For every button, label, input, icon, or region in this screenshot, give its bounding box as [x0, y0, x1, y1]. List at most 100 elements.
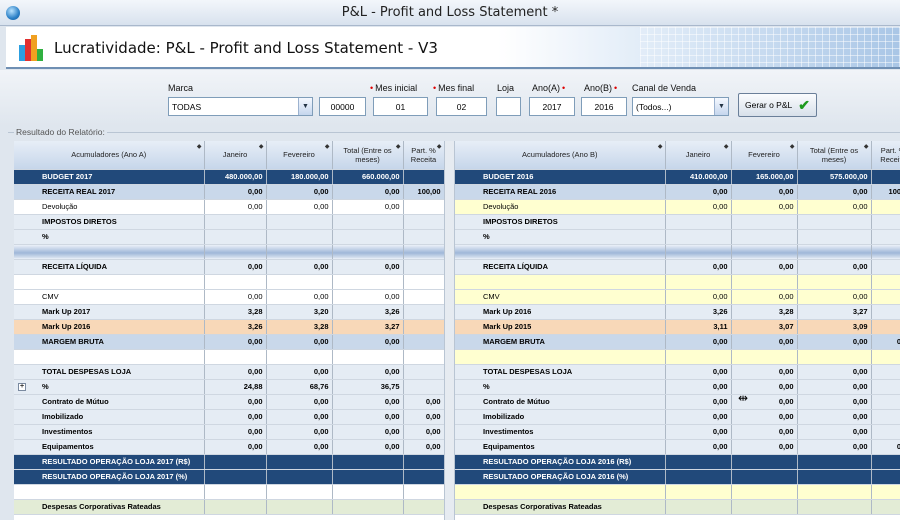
table-row[interactable]: IMPOSTOS DIRETOS: [14, 214, 445, 230]
table-row[interactable]: % 0,00 0,00 0,00: [455, 379, 900, 395]
column-header[interactable]: Part. % Receita◆: [871, 141, 900, 170]
cell-value: 0,00: [797, 334, 872, 350]
table-row[interactable]: CMV 0,00 0,00 0,00: [14, 289, 445, 305]
table-row[interactable]: Imobilizado 0,00 0,00 0,00: [455, 409, 900, 425]
cell-value: 0,00: [266, 259, 333, 275]
column-header[interactable]: Total (Entre os meses) ◆: [332, 141, 404, 170]
table-row[interactable]: RESULTADO OPERAÇÃO LOJA 2017 (R$): [14, 454, 445, 470]
cell-value: 0,00: [403, 409, 445, 425]
cell-value: [871, 379, 900, 395]
table-row[interactable]: Despesas Corporativas Rateadas: [455, 499, 900, 515]
sort-icon[interactable]: ◆: [325, 143, 330, 152]
table-row[interactable]: [455, 484, 900, 500]
table-row[interactable]: RECEITA LÍQUIDA 0,00 0,00 0,00: [14, 259, 445, 275]
sort-icon[interactable]: ◆: [259, 143, 264, 152]
table-row[interactable]: RESULTADO OPERAÇÃO LOJA 2016 (%): [455, 469, 900, 485]
table-row[interactable]: RECEITA REAL 20160,000,000,00100,00: [455, 184, 900, 200]
cell-value: [665, 244, 732, 260]
sort-icon[interactable]: ◆: [396, 143, 401, 152]
globe-icon: [6, 6, 20, 20]
table-row[interactable]: IMPOSTOS DIRETOS: [455, 214, 900, 230]
table-row[interactable]: RECEITA LÍQUIDA 0,00 0,00 0,00: [455, 259, 900, 275]
table-row[interactable]: RESULTADO OPERAÇÃO LOJA 2016 (R$): [455, 454, 900, 470]
column-header[interactable]: Janeiro ◆: [665, 141, 732, 170]
table-row[interactable]: % +24,88 68,76 36,75: [14, 379, 445, 395]
marca-code-field[interactable]: 00000: [319, 97, 366, 116]
table-row[interactable]: Equipamentos0,000,000,000,00: [455, 439, 900, 455]
table-row[interactable]: Devolução 0,00 0,00 0,00: [455, 199, 900, 215]
cell-value: [797, 499, 872, 515]
table-row[interactable]: [455, 244, 900, 260]
sort-icon[interactable]: ◆: [790, 143, 795, 152]
table-row[interactable]: [14, 244, 445, 260]
column-header[interactable]: Janeiro ◆: [204, 141, 267, 170]
marca-select[interactable]: TODAS ▼: [168, 97, 313, 116]
table-row[interactable]: Equipamentos0,000,000,000,00: [14, 439, 445, 455]
table-row[interactable]: [14, 274, 445, 290]
sort-icon[interactable]: ◆: [437, 143, 442, 152]
table-row[interactable]: RESULTADO OPERAÇÃO LOJA 2017 (%): [14, 469, 445, 485]
cell-value: 0,00: [731, 409, 798, 425]
table-row[interactable]: [455, 274, 900, 290]
table-row[interactable]: [14, 349, 445, 365]
ano-a-field[interactable]: 2017: [529, 97, 575, 116]
table-row[interactable]: %: [455, 229, 900, 245]
column-header[interactable]: Acumuladores (Ano A) ◆: [14, 141, 205, 170]
loja-field[interactable]: [496, 97, 521, 116]
cell-value: 0,00: [797, 409, 872, 425]
column-header[interactable]: Acumuladores (Ano B) ◆: [455, 141, 666, 170]
column-header[interactable]: Total (Entre os meses) ◆: [797, 141, 872, 170]
row-label: % +: [14, 379, 205, 395]
table-row[interactable]: MARGEM BRUTA 0,00 0,00 0,00: [14, 334, 445, 350]
table-row[interactable]: %: [14, 229, 445, 245]
table-row[interactable]: Mark Up 2015 3,11 3,07 3,09: [455, 319, 900, 335]
sort-icon[interactable]: ◆: [724, 143, 729, 152]
column-header[interactable]: Part. % Receita◆: [403, 141, 445, 170]
table-row[interactable]: TOTAL DESPESAS LOJA 0,00 0,00 0,00: [14, 364, 445, 380]
sort-icon[interactable]: ◆: [864, 143, 869, 152]
row-label: RECEITA LÍQUIDA: [455, 259, 666, 275]
table-row[interactable]: BUDGET 2017 480.000,00 180.000,00 660.000,0…: [14, 169, 445, 185]
table-row[interactable]: Contrato de Mútuo 0,00 0,00 0,00 0,00: [14, 394, 445, 410]
table-row[interactable]: Investimentos 0,00 0,00 0,00 0,00: [14, 424, 445, 440]
table-row[interactable]: Mark Up 2017 3,28 3,20 3,26: [14, 304, 445, 320]
cell-value: 0,00: [266, 424, 333, 440]
row-label: [14, 349, 205, 365]
sort-icon[interactable]: ◆: [197, 143, 202, 152]
table-row[interactable]: Investimentos 0,00 0,00 0,00: [455, 424, 900, 440]
table-row[interactable]: Devolução 0,00 0,00 0,00: [14, 199, 445, 215]
row-label: [455, 244, 666, 260]
chevron-down-icon[interactable]: ▼: [714, 98, 728, 115]
column-header-label: Janeiro: [685, 150, 711, 160]
table-row[interactable]: RECEITA REAL 2017 0,00 0,00 0,00 100,00: [14, 184, 445, 200]
sort-icon[interactable]: ◆: [658, 143, 663, 152]
table-row[interactable]: Imobilizado 0,00 0,00 0,00 0,00: [14, 409, 445, 425]
table-row[interactable]: MARGEM BRUTA0,000,000,000,00: [455, 334, 900, 350]
cell-value: 0,00: [266, 409, 333, 425]
chevron-down-icon[interactable]: ▼: [298, 98, 312, 115]
cell-value: 0,00: [731, 199, 798, 215]
cell-value: [871, 229, 900, 245]
column-header[interactable]: Fevereiro ◆: [731, 141, 798, 170]
table-row[interactable]: CMV 0,00 0,00 0,00: [455, 289, 900, 305]
grid-splitter[interactable]: [444, 141, 455, 520]
mes-inicial-field[interactable]: 01: [373, 97, 428, 116]
expand-icon[interactable]: +: [18, 382, 26, 391]
mes-final-field[interactable]: 02: [436, 97, 487, 116]
table-row[interactable]: Mark Up 2016 3,26 3,28 3,27: [455, 304, 900, 320]
canal-select[interactable]: (Todos...) ▼: [632, 97, 729, 116]
column-header[interactable]: Fevereiro ◆: [266, 141, 333, 170]
cell-value: [266, 499, 333, 515]
table-row[interactable]: Mark Up 2016 3,26 3,28 3,27: [14, 319, 445, 335]
column-header-label: Total (Entre os meses): [343, 145, 392, 164]
table-row[interactable]: [455, 349, 900, 365]
cell-value: [731, 469, 798, 485]
table-row[interactable]: BUDGET 2016 410.000,00 165.000,00 575.000,0…: [455, 169, 900, 185]
gerar-pl-button[interactable]: Gerar o P&L ✔: [738, 93, 817, 117]
table-row[interactable]: Contrato de Mútuo 0,00 0,00 0,00: [455, 394, 900, 410]
canal-value: (Todos...): [636, 101, 672, 112]
ano-b-field[interactable]: 2016: [581, 97, 627, 116]
table-row[interactable]: TOTAL DESPESAS LOJA 0,00 0,00 0,00: [455, 364, 900, 380]
table-row[interactable]: Despesas Corporativas Rateadas: [14, 499, 445, 515]
table-row[interactable]: [14, 484, 445, 500]
